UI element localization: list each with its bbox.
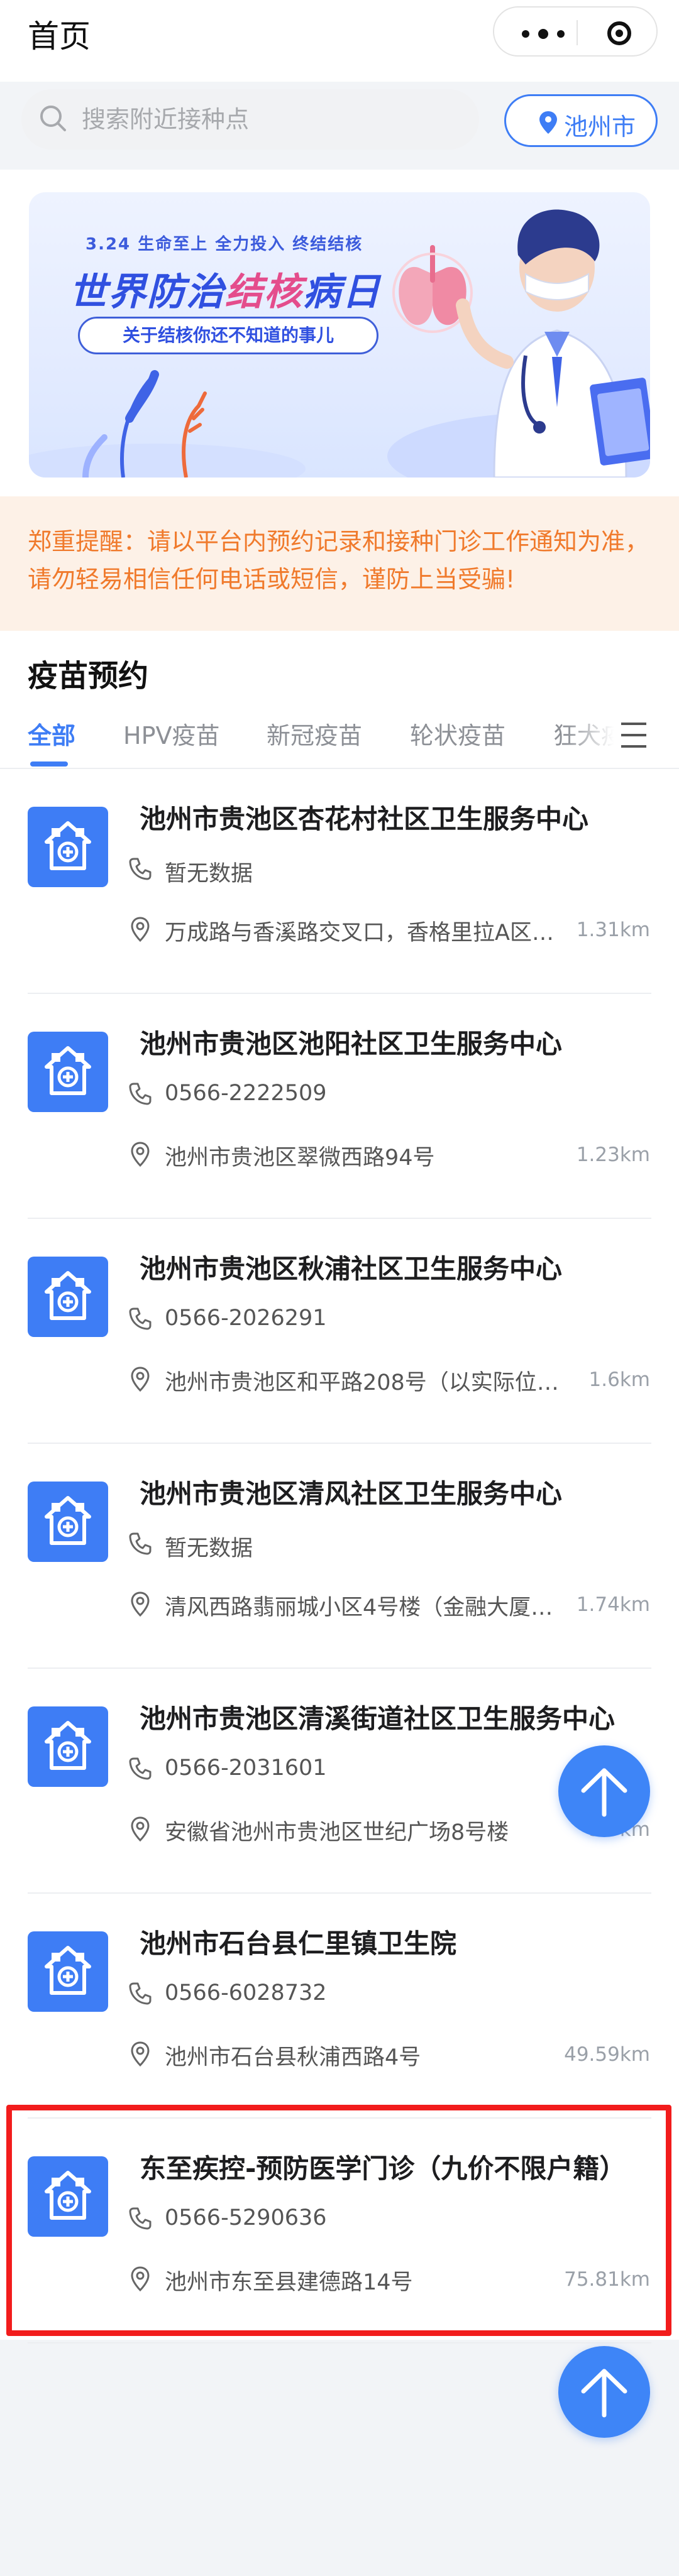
phone-icon bbox=[128, 1982, 152, 2006]
tab-all[interactable]: 全部 bbox=[28, 716, 75, 751]
location-icon bbox=[130, 1816, 151, 1842]
clinic-card[interactable]: 池州市贵池区清风社区卫生服务中心暂无数据清风西路翡丽城小区4号楼（金融大厦… 1.… bbox=[0, 1444, 679, 1669]
clinic-distance: 49.59km bbox=[564, 2043, 650, 2066]
search-icon bbox=[40, 106, 66, 131]
phone-icon bbox=[128, 2207, 152, 2230]
clinic-phone[interactable]: 0566-2026291 bbox=[165, 1306, 327, 1331]
clinic-name: 东至疾控-预防医学门诊（九价不限户籍） bbox=[140, 2153, 626, 2184]
clinic-name: 池州市贵池区池阳社区卫生服务中心 bbox=[140, 1029, 563, 1059]
clinic-name: 池州市贵池区秋浦社区卫生服务中心 bbox=[140, 1253, 563, 1284]
clinic-name: 池州市石台县仁里镇卫生院 bbox=[140, 1928, 457, 1959]
vaccine-tabs: 全部 HPV疫苗 新冠疫苗 轮状疫苗 狂犬疫 bbox=[0, 700, 679, 769]
clinic-name: 池州市贵池区清风社区卫生服务中心 bbox=[140, 1478, 563, 1509]
section-title: 疫苗预约 bbox=[28, 658, 149, 694]
clinic-card[interactable]: 东至疾控-预防医学门诊（九价不限户籍） 0566-5290636 池州市东至县建德路… bbox=[0, 2119, 679, 2344]
clinic-phone[interactable]: 0566-6028732 bbox=[165, 1980, 327, 2006]
clinic-logo-icon bbox=[28, 1706, 108, 1787]
search-input[interactable] bbox=[82, 89, 459, 150]
clinic-logo-icon bbox=[28, 1257, 108, 1337]
location-icon bbox=[130, 916, 151, 942]
clinic-phone[interactable]: 0566-2222509 bbox=[165, 1081, 327, 1106]
clinic-phone[interactable]: 0566-5290636 bbox=[165, 2205, 327, 2230]
location-icon bbox=[130, 2041, 151, 2067]
scroll-top-button-2[interactable] bbox=[558, 2346, 650, 2438]
phone-icon bbox=[128, 1307, 152, 1331]
tab-hpv[interactable]: HPV疫苗 bbox=[123, 716, 220, 751]
clinic-address: 万成路与香溪路交叉口，香格里拉A区… bbox=[165, 920, 554, 946]
tab-covid[interactable]: 新冠疫苗 bbox=[267, 716, 362, 751]
banner-pill[interactable]: 关于结核你还不知道的事儿 bbox=[78, 317, 378, 354]
capsule-divider bbox=[577, 20, 578, 45]
scroll-top-button[interactable] bbox=[558, 1745, 650, 1837]
tb-day-banner[interactable]: 3.24 生命至上 全力投入 终结结核 世界防治结核病日 关于结核你还不知道的事… bbox=[29, 192, 650, 478]
clinic-distance: 1.74km bbox=[576, 1593, 650, 1616]
clinic-address: 清风西路翡丽城小区4号楼（金融大厦… bbox=[165, 1595, 553, 1620]
search-bar[interactable] bbox=[21, 89, 479, 150]
banner-slogan: 3.24 生命至上 全力投入 终结结核 bbox=[86, 235, 363, 254]
phone-icon bbox=[128, 1082, 152, 1106]
notice-banner: 郑重提醒：请以平台内预约记录和接种门诊工作通知为准，请勿轻易相信任何电话或短信，… bbox=[0, 496, 679, 631]
clinic-distance: 75.81km bbox=[564, 2268, 650, 2291]
clinic-phone[interactable]: 暂无数据 bbox=[165, 856, 253, 888]
more-options-icon[interactable] bbox=[522, 29, 566, 39]
city-selector-button[interactable]: 池州市 bbox=[504, 94, 658, 147]
card-divider bbox=[28, 2342, 651, 2344]
clinic-logo-icon bbox=[28, 2156, 108, 2237]
tabs-fade bbox=[566, 700, 614, 768]
banner-section: 3.24 生命至上 全力投入 终结结核 世界防治结核病日 关于结核你还不知道的事… bbox=[0, 170, 679, 496]
clinic-logo-icon bbox=[28, 1931, 108, 2012]
clinic-card[interactable]: 池州市贵池区秋浦社区卫生服务中心 0566-2026291 池州市贵池区和平路208… bbox=[0, 1219, 679, 1444]
active-tab-indicator bbox=[30, 761, 68, 767]
clinic-logo-icon bbox=[28, 807, 108, 887]
clinic-address: 池州市东至县建德路14号 bbox=[165, 2270, 413, 2295]
city-label: 池州市 bbox=[564, 113, 636, 141]
clinic-address: 池州市贵池区翠微西路94号 bbox=[165, 1145, 435, 1171]
clinic-address: 安徽省池州市贵池区世纪广场8号楼 bbox=[165, 1820, 509, 1845]
location-icon bbox=[130, 1366, 151, 1392]
notice-text: 郑重提醒：请以平台内预约记录和接种门诊工作通知为准，请勿轻易相信任何电话或短信，… bbox=[28, 528, 649, 593]
tab-rotavirus[interactable]: 轮状疫苗 bbox=[410, 716, 505, 751]
location-pin-icon bbox=[539, 111, 557, 134]
clinic-card[interactable]: 池州市贵池区杏花村社区卫生服务中心暂无数据万成路与香溪路交叉口，香格里拉A区… 1… bbox=[0, 769, 679, 994]
mini-program-capsule bbox=[493, 6, 658, 57]
page-title: 首页 bbox=[28, 18, 91, 55]
clinic-name: 池州市贵池区清溪街道社区卫生服务中心 bbox=[140, 1703, 616, 1734]
clinic-logo-icon bbox=[28, 1482, 108, 1562]
phone-icon bbox=[128, 1757, 152, 1781]
clinic-distance: 1.23km bbox=[576, 1143, 650, 1166]
clinic-name: 池州市贵池区杏花村社区卫生服务中心 bbox=[140, 804, 589, 834]
clinic-card[interactable]: 池州市贵池区池阳社区卫生服务中心 0566-2222509 池州市贵池区翠微西路94… bbox=[0, 994, 679, 1219]
location-icon bbox=[130, 2266, 151, 2292]
clinic-address: 池州市贵池区和平路208号（以实际位置… bbox=[165, 1370, 567, 1395]
banner-title: 世界防治结核病日 bbox=[69, 270, 381, 314]
clinic-phone[interactable]: 暂无数据 bbox=[165, 1531, 253, 1563]
arrow-up-icon bbox=[581, 2369, 627, 2418]
close-target-icon[interactable] bbox=[607, 21, 631, 45]
arrow-up-icon bbox=[581, 1768, 627, 1817]
phone-icon bbox=[128, 1532, 152, 1556]
clinic-logo-icon bbox=[28, 1032, 108, 1112]
location-icon bbox=[130, 1141, 151, 1167]
clinic-card[interactable]: 池州市石台县仁里镇卫生院 0566-6028732 池州市石台县秋浦西路4号 49.5… bbox=[0, 1894, 679, 2119]
clinic-address: 池州市石台县秋浦西路4号 bbox=[165, 2045, 421, 2070]
location-icon bbox=[130, 1591, 151, 1617]
clinic-distance: 1.31km bbox=[576, 919, 650, 941]
clinic-phone[interactable]: 0566-2031601 bbox=[165, 1755, 327, 1781]
top-nav-bar: 首页 bbox=[0, 0, 679, 82]
menu-icon[interactable] bbox=[614, 721, 651, 749]
phone-icon bbox=[128, 857, 152, 881]
clinic-distance: 1.6km bbox=[588, 1368, 650, 1391]
